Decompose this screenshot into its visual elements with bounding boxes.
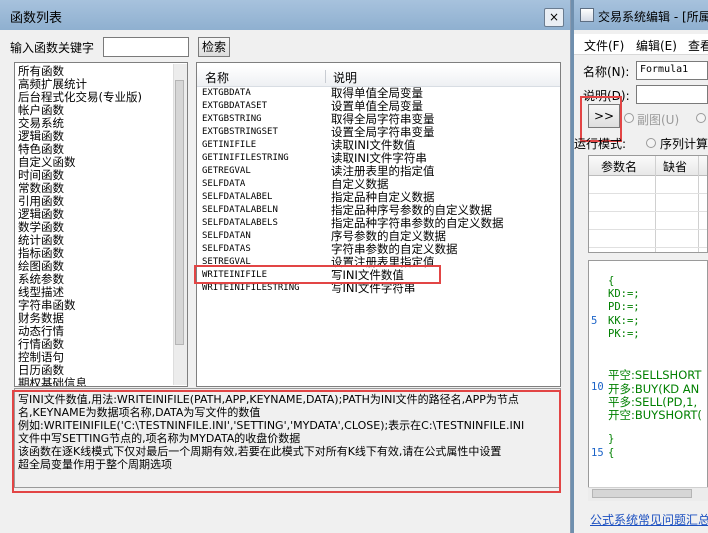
dialog-title-bar[interactable] (0, 0, 570, 30)
code-line: PK:=; (608, 327, 640, 340)
code-line: KD:=; (608, 288, 640, 301)
function-name: SELFDATAN (202, 231, 251, 241)
function-name: GETREGVAL (202, 166, 251, 176)
highlight-writeinifile (194, 265, 441, 284)
highlight-description (12, 390, 561, 493)
code-line: } (608, 433, 615, 446)
category-item[interactable]: 期权基础信息 (18, 377, 142, 387)
grid-column-divider (655, 156, 656, 252)
code-editor[interactable]: {KD:=; PD:=; 5 KK:=; PK:=; 平空:SELLSHORT 10 开多:B… (588, 260, 708, 500)
parameter-grid-header: 参数名 缺省 (589, 156, 707, 176)
function-name: GETINIFILESTRING (202, 153, 289, 163)
param-header-default: 缺省 (663, 160, 688, 174)
code-scroll-thumb[interactable] (592, 489, 692, 498)
function-name: EXTGBSTRINGSET (202, 127, 278, 137)
line-number: 10 (591, 380, 604, 393)
sub-chart-label: 副图(U) (637, 113, 680, 127)
column-header-desc[interactable]: 说明 (333, 69, 357, 86)
trading-system-editor: 交易系统编辑 - [所属 文件(F) 编辑(E) 查看 名称(N): Formu… (574, 0, 708, 533)
line-number: 15 (591, 446, 604, 459)
editor-title: 交易系统编辑 - [所属 (598, 10, 708, 24)
function-list-dialog: 函数列表 × 输入函数关键字 检索 所有函数 高频扩展统计 后台程式化交易(专业版)… (0, 0, 571, 533)
search-button[interactable]: 检索 (198, 37, 230, 57)
parameter-grid[interactable]: 参数名 缺省 (588, 155, 708, 253)
function-name: SELFDATALABEL (202, 192, 273, 202)
code-line: { (608, 275, 615, 287)
function-name: GETINIFILE (202, 140, 257, 150)
name-input[interactable]: Formula1 (636, 61, 708, 80)
grid-row-line (589, 211, 707, 212)
category-scroll-thumb[interactable] (175, 80, 184, 345)
code-line: 开空:BUYSHORT( (608, 408, 702, 422)
radio-other[interactable] (696, 113, 706, 123)
column-divider[interactable] (325, 70, 326, 83)
function-name: SELFDATA (202, 179, 246, 189)
radio-sequence[interactable] (646, 138, 656, 148)
window-icon (580, 8, 594, 22)
keyword-input[interactable] (103, 37, 189, 57)
grid-column-divider (698, 156, 699, 252)
code-line: PD:=; (608, 301, 640, 314)
function-name: SELFDATALABELN (202, 205, 278, 215)
param-header-name: 参数名 (601, 160, 638, 174)
run-mode-label: 运行模式: (574, 137, 627, 151)
function-name: EXTGBSTRING (202, 114, 262, 124)
column-header-name[interactable]: 名称 (205, 69, 229, 86)
name-label: 名称(N): (583, 65, 630, 79)
close-icon[interactable]: × (544, 8, 564, 27)
function-name: SELFDATALABELS (202, 218, 278, 228)
grid-row-line (589, 229, 707, 230)
keyword-label: 输入函数关键字 (10, 41, 95, 55)
menu-edit[interactable]: 编辑(E) (636, 37, 677, 54)
menu-view[interactable]: 查看 (688, 37, 708, 54)
function-name: EXTGBDATASET (202, 101, 268, 111)
description-input[interactable] (636, 85, 708, 104)
menu-bar: 文件(F) 编辑(E) 查看 (574, 34, 708, 55)
code-line: KK:=; (608, 314, 640, 327)
code-line: { (608, 446, 615, 459)
grid-row-line (589, 247, 707, 248)
line-number: 5 (591, 314, 598, 327)
grid-row-line (589, 193, 707, 194)
sequence-calc-label: 序列计算 (660, 137, 708, 151)
function-name: EXTGBDATA (202, 88, 251, 98)
radio-sub-chart[interactable] (624, 113, 634, 123)
menu-file[interactable]: 文件(F) (584, 37, 624, 54)
function-name: SELFDATAS (202, 244, 251, 254)
faq-link[interactable]: 公式系统常见问题汇总 (590, 511, 708, 528)
dialog-title: 函数列表 (10, 11, 63, 26)
function-list-header: 名称 说明 (197, 66, 560, 87)
function-list[interactable]: 名称 说明 EXTGBDATA 取得单值全局变量 EXTGBDATASET 设置单值全… (196, 62, 561, 387)
category-items: 所有函数 高频扩展统计 后台程式化交易(专业版) 帐户函数 交易系统 逻辑函数 特色函数 自定… (18, 65, 142, 387)
category-list[interactable]: 所有函数 高频扩展统计 后台程式化交易(专业版) 帐户函数 交易系统 逻辑函数 特色函数 自定… (14, 62, 188, 387)
